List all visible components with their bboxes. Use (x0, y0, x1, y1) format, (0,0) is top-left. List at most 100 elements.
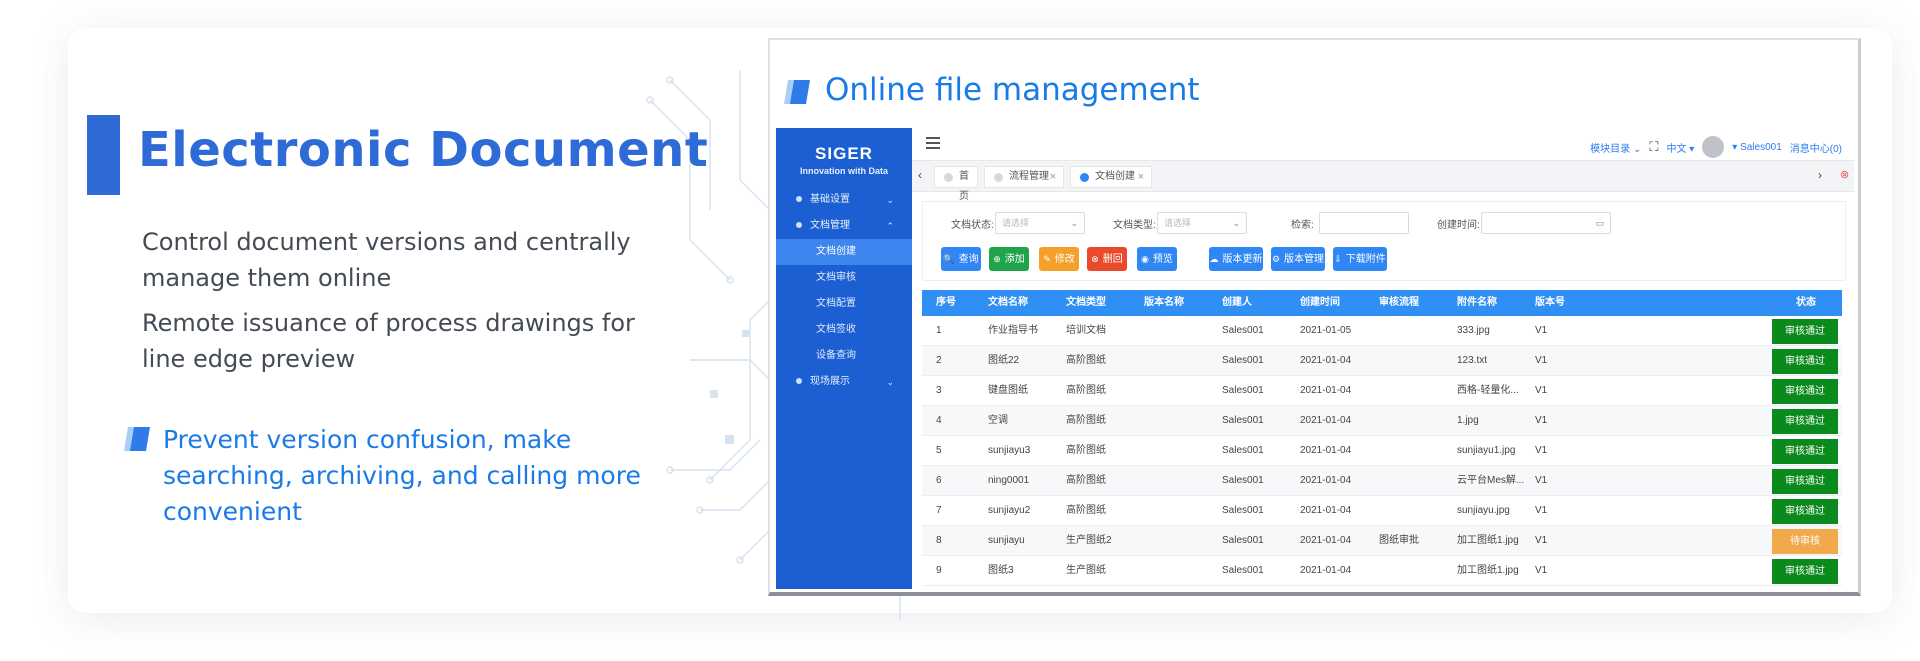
column-header: 版本名称 (1144, 297, 1184, 308)
table-row[interactable]: 5 sunjiayu3 高阶图纸 Sales001 2021-01-04 sun… (922, 436, 1842, 466)
table-header: 序号 文档名称 文档类型 版本名称 创建人 创建时间 审核流程 附件名称 版本号… (922, 290, 1842, 316)
cell-type: 高阶图纸 (1066, 355, 1106, 366)
language-dropdown[interactable]: 中文 ▾ (1666, 140, 1694, 155)
download-attachment-button[interactable]: ⇩ 下载附件 (1333, 247, 1387, 271)
cell-attachment[interactable]: 123.txt (1457, 346, 1531, 376)
tab-home[interactable]: 首页 (934, 166, 978, 202)
cell-no: 2 (936, 355, 942, 366)
bookmark-icon (124, 427, 150, 451)
cell-type: 高阶图纸 (1066, 475, 1106, 486)
cell-creator: Sales001 (1222, 505, 1264, 516)
column-header: 附件名称 (1457, 297, 1497, 308)
status-badge: 待审核 (1772, 529, 1838, 554)
status-badge: 审核通过 (1772, 499, 1838, 524)
plus-icon: ⊕ (993, 254, 1001, 264)
cell-created-date: 2021-01-04 (1300, 505, 1352, 516)
documents-table: 序号 文档名称 文档类型 版本名称 创建人 创建时间 审核流程 附件名称 版本号… (922, 290, 1842, 586)
fullscreen-icon[interactable]: ⛶ (1649, 139, 1658, 155)
tab-process-management[interactable]: 流程管理 × (984, 166, 1064, 188)
cell-no: 6 (936, 475, 942, 486)
sidebar-subitem-equipment-query[interactable]: 设备查询 (776, 343, 912, 369)
search-input[interactable] (1319, 212, 1409, 234)
cell-created-date: 2021-01-04 (1300, 565, 1352, 576)
brand-logo: SIGER (815, 144, 873, 163)
search-icon: 🔍 (943, 254, 955, 264)
cell-attachment[interactable]: sunjiayu.jpg (1457, 496, 1531, 526)
cell-attachment[interactable]: sunjiayu1.jpg (1457, 436, 1531, 466)
table-row[interactable]: 3 键盘图纸 高阶图纸 Sales001 2021-01-04 西格-轻量化..… (922, 376, 1842, 406)
cell-created-date: 2021-01-04 (1300, 535, 1352, 546)
message-center-link[interactable]: 消息中心(0) (1790, 140, 1842, 155)
sidebar-subitem-document-create[interactable]: 文档创建 (776, 239, 912, 265)
cell-name: 作业指导书 (988, 325, 1038, 336)
module-menu-dropdown[interactable]: 模块目录 ⌄ (1590, 140, 1641, 155)
search-label: 检索: (1291, 220, 1314, 231)
table-row[interactable]: 1 作业指导书 培训文档 Sales001 2021-01-05 333.jpg… (922, 316, 1842, 346)
edit-button[interactable]: ✎ 修改 (1039, 247, 1079, 271)
highlight-benefit: Prevent version confusion, make searchin… (163, 425, 641, 526)
cell-creator: Sales001 (1222, 565, 1264, 576)
table-row[interactable]: 9 图纸3 生产图纸 Sales001 2021-01-04 加工图纸1.jpg… (922, 556, 1842, 586)
query-button[interactable]: 🔍 查询 (941, 247, 981, 271)
sidebar-subitem-document-review[interactable]: 文档审核 (776, 265, 912, 291)
delete-button[interactable]: ⊗ 删回 (1087, 247, 1127, 271)
add-button[interactable]: ⊕ 添加 (989, 247, 1029, 271)
cell-creator: Sales001 (1222, 415, 1264, 426)
cell-creator: Sales001 (1222, 535, 1264, 546)
title-accent-bar (87, 115, 120, 195)
version-management-button[interactable]: ⚙ 版本管理 (1271, 247, 1325, 271)
close-all-icon[interactable]: ⊗ (1840, 168, 1849, 181)
chevron-right-icon[interactable]: › (1818, 168, 1822, 182)
sidebar-subitem-document-signoff[interactable]: 文档签收 (776, 317, 912, 343)
cell-creator: Sales001 (1222, 385, 1264, 396)
table-row[interactable]: 7 sunjiayu2 高阶图纸 Sales001 2021-01-04 sun… (922, 496, 1842, 526)
preview-button[interactable]: ◉ 预览 (1137, 247, 1177, 271)
status-badge: 审核通过 (1772, 379, 1838, 404)
cell-attachment[interactable]: 333.jpg (1457, 316, 1531, 346)
sidebar-item-site-display[interactable]: 现场展示 ⌄ (776, 369, 912, 395)
cell-attachment[interactable]: 1.jpg (1457, 406, 1531, 436)
version-update-button[interactable]: ☁ 版本更新 (1209, 247, 1263, 271)
status-badge: 审核通过 (1772, 469, 1838, 494)
status-filter-select[interactable]: 请选择 ⌄ (995, 212, 1085, 234)
cell-version: V1 (1535, 385, 1548, 396)
cell-attachment[interactable]: 加工图纸1.jpg (1457, 556, 1531, 586)
sidebar-item-document-management[interactable]: 文档管理 ⌃ (776, 213, 912, 239)
column-header: 状态 (1796, 297, 1816, 308)
sidebar-subitem-document-config[interactable]: 文档配置 (776, 291, 912, 317)
chevron-left-icon[interactable]: ‹ (918, 168, 922, 182)
close-icon[interactable]: × (1050, 167, 1056, 187)
cell-attachment[interactable]: 加工图纸1.jpg (1457, 526, 1531, 556)
chevron-down-icon: ⌄ (1070, 218, 1078, 228)
menu-toggle-icon[interactable] (926, 137, 940, 149)
column-header: 审核流程 (1379, 297, 1419, 308)
chevron-up-icon: ⌃ (886, 221, 894, 231)
tab-dot-icon (994, 173, 1003, 182)
cell-no: 1 (936, 325, 942, 336)
status-badge: 审核通过 (1772, 349, 1838, 374)
cell-creator: Sales001 (1222, 475, 1264, 486)
cell-version: V1 (1535, 505, 1548, 516)
edit-icon: ✎ (1043, 254, 1051, 264)
cell-creator: Sales001 (1222, 445, 1264, 456)
cell-no: 5 (936, 445, 942, 456)
cell-type: 生产图纸 (1066, 565, 1106, 576)
user-dropdown[interactable]: ▾ Sales001 (1732, 142, 1782, 153)
close-icon[interactable]: × (1138, 167, 1144, 187)
avatar[interactable] (1702, 136, 1725, 158)
bookmark-icon (784, 80, 810, 104)
table-row[interactable]: 2 图纸22 高阶图纸 Sales001 2021-01-04 123.txt … (922, 346, 1842, 376)
cell-attachment[interactable]: 西格-轻量化... (1457, 376, 1531, 406)
table-row[interactable]: 8 sunjiayu 生产图纸2 Sales001 2021-01-04 图纸审… (922, 526, 1842, 556)
cell-attachment[interactable]: 云平台Mes解... (1457, 466, 1531, 496)
created-time-picker[interactable]: ▭ (1481, 212, 1611, 234)
screenshot-title: Online file management (825, 72, 1200, 108)
table-row[interactable]: 6 ning0001 高阶图纸 Sales001 2021-01-04 云平台M… (922, 466, 1842, 496)
cell-version: V1 (1535, 535, 1548, 546)
type-filter-select[interactable]: 请选择 ⌄ (1157, 212, 1247, 234)
cell-type: 培训文档 (1066, 325, 1106, 336)
tab-document-create[interactable]: 文档创建 × (1070, 166, 1152, 188)
sidebar-item-basic-settings[interactable]: 基础设置 ⌄ (776, 187, 912, 213)
section-title: Electronic Document (138, 122, 709, 178)
table-row[interactable]: 4 空调 高阶图纸 Sales001 2021-01-04 1.jpg V1 审… (922, 406, 1842, 436)
